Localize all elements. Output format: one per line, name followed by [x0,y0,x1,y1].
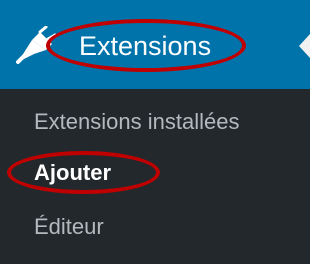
menu-item-extensions[interactable]: Extensions [0,0,310,89]
submenu-item-add-new[interactable]: Ajouter [34,158,111,188]
screenshot-frame: Extensions Extensions installées Ajouter… [0,0,319,273]
admin-sidebar: Extensions Extensions installées Ajouter… [0,0,310,264]
plugin-icon [16,26,57,64]
menu-header-label: Extensions [79,31,212,61]
current-menu-arrow-icon [299,34,310,58]
submenu-item-installed-plugins[interactable]: Extensions installées [34,107,239,137]
submenu-item-editor[interactable]: Éditeur [34,212,104,242]
